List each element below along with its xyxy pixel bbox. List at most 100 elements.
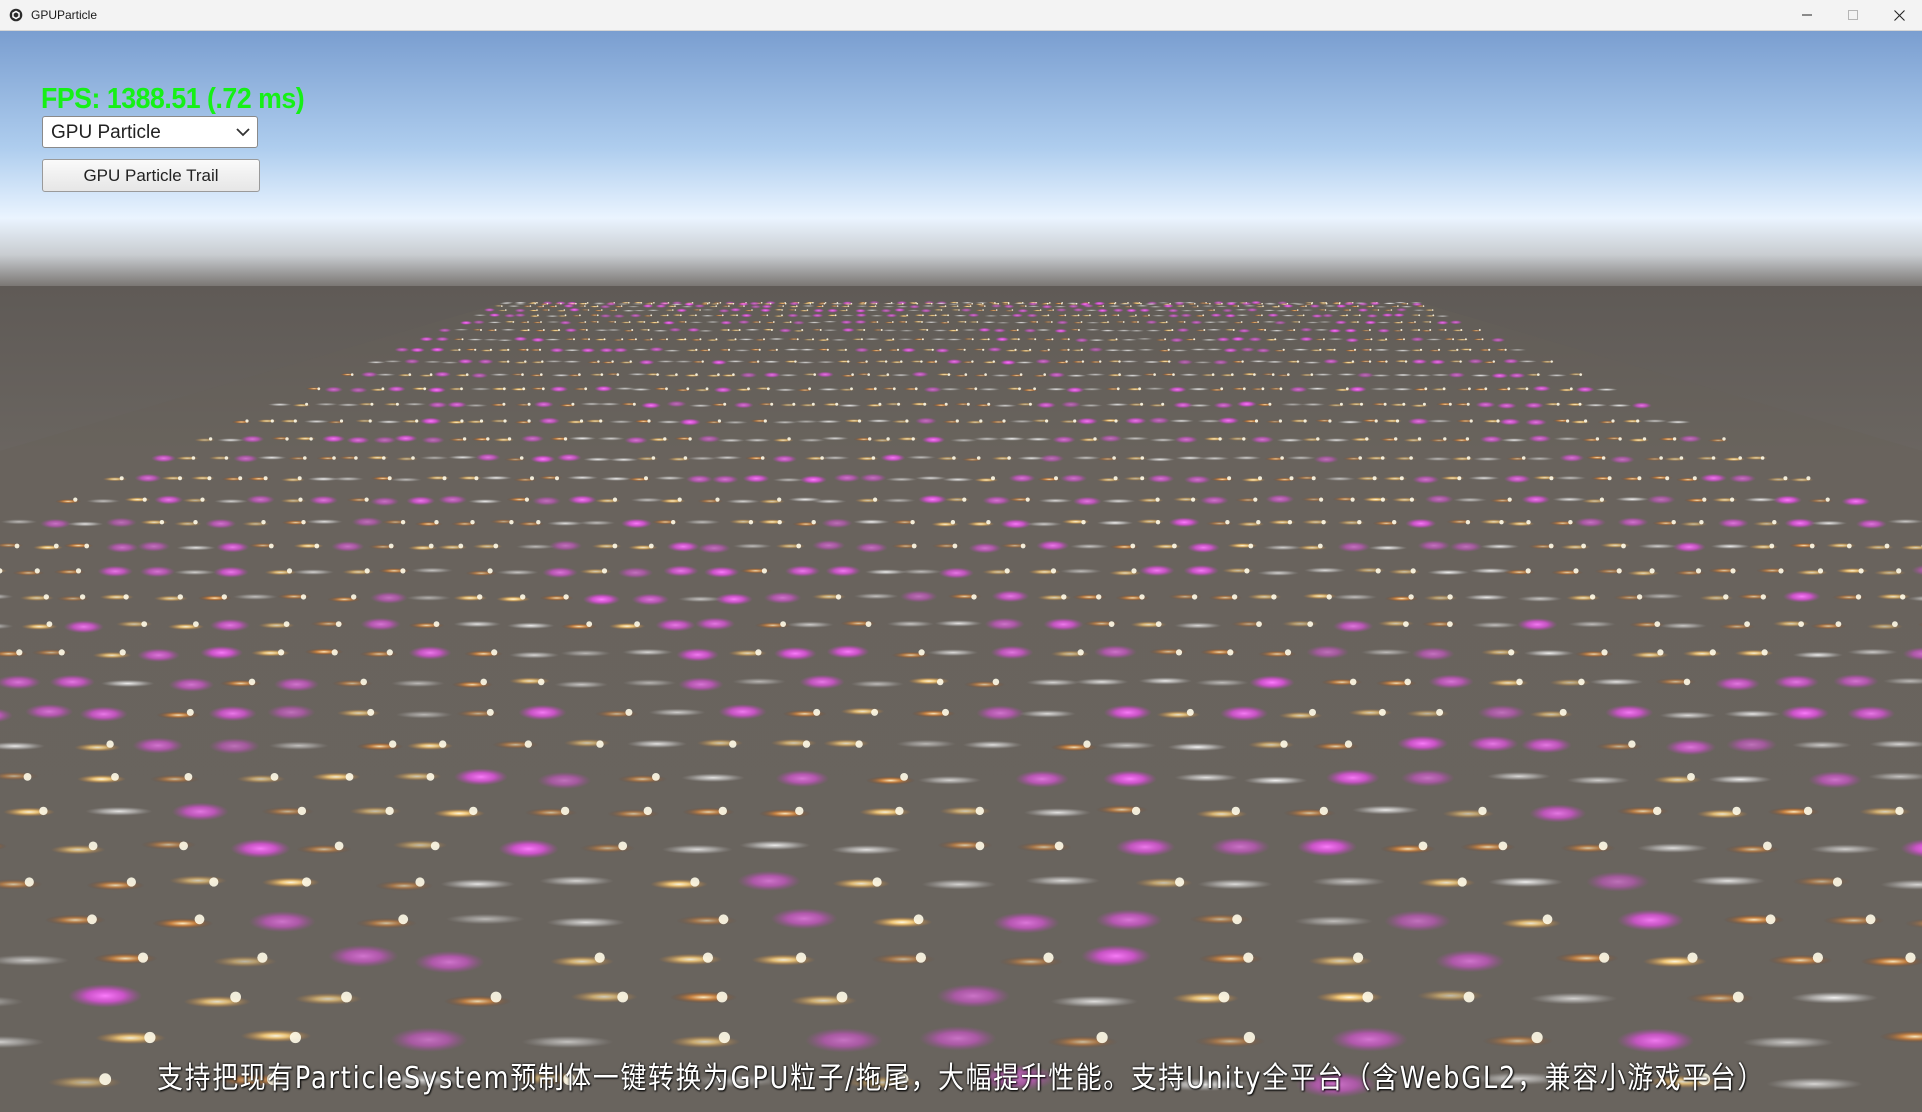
particle-emitter (1392, 313, 1405, 317)
maximize-button[interactable] (1830, 0, 1876, 30)
particle-emitter (1174, 773, 1239, 782)
particle-emitter (1847, 705, 1896, 722)
particle-core (524, 360, 527, 363)
particle-core (1296, 360, 1300, 363)
gpu-particle-trail-button[interactable]: GPU Particle Trail (42, 159, 260, 192)
particle-emitter (786, 621, 834, 628)
particle-core (1403, 621, 1409, 627)
particle-core (1357, 305, 1359, 307)
particle-core (1598, 841, 1608, 851)
particle-emitter (1170, 349, 1189, 352)
fps-counter: FPS: 1388.51 (.72 ms) (41, 83, 305, 115)
particle-emitter (403, 358, 421, 364)
particle-core (1083, 740, 1091, 748)
particle-core (956, 302, 958, 304)
particle-core (1130, 305, 1132, 307)
particle-emitter (1453, 497, 1488, 503)
close-button[interactable] (1876, 0, 1922, 30)
particle-core (106, 740, 114, 748)
particle-core (470, 520, 475, 525)
particle-core (428, 543, 434, 549)
particle-core (73, 497, 78, 502)
particle-core (1319, 348, 1322, 351)
particle-core (766, 314, 769, 317)
particle-emitter (612, 347, 629, 353)
particle-core (766, 387, 770, 391)
particle-emitter (1424, 309, 1435, 311)
particle-emitter (1390, 387, 1414, 391)
particle-emitter (1639, 593, 1684, 600)
particle-emitter (1176, 328, 1190, 333)
particle-emitter (497, 309, 509, 312)
particle-core (801, 329, 804, 331)
particle-core (760, 456, 765, 460)
particle-core (1377, 309, 1380, 311)
particle-core (301, 520, 306, 525)
particle-emitter (638, 359, 655, 365)
particle-core (540, 373, 543, 376)
particle-emitter (1053, 305, 1067, 308)
particle-emitter (105, 542, 139, 553)
title-bar[interactable]: GPUParticle (0, 0, 1922, 31)
particle-core (1409, 456, 1413, 460)
particle-core (527, 402, 531, 406)
particle-emitter (911, 371, 929, 378)
particle-core (1744, 621, 1750, 627)
particle-core (87, 914, 97, 925)
particle-core (900, 773, 908, 781)
particle-core (864, 302, 866, 305)
particle-emitter (1435, 315, 1450, 318)
particle-core (808, 387, 811, 391)
game-viewport[interactable]: FPS: 1388.51 (.72 ms) GPU Particle GPU P… (0, 31, 1922, 1112)
minimize-button[interactable] (1784, 0, 1830, 30)
particle-emitter (1449, 320, 1463, 325)
particle-emitter (0, 519, 38, 525)
particle-core (962, 497, 967, 502)
particle-core (1242, 437, 1246, 441)
particle-emitter (498, 839, 559, 859)
particle-core (1253, 497, 1258, 502)
particle-emitter (675, 338, 689, 341)
particle-emitter (539, 303, 550, 306)
particle-emitter (1429, 359, 1446, 365)
particle-emitter (519, 321, 531, 324)
particle-core (1218, 437, 1222, 441)
particle-emitter (1035, 401, 1057, 409)
particle-emitter (713, 386, 733, 393)
particle-core (964, 321, 967, 323)
particle-emitter (1184, 475, 1211, 485)
particle-emitter (978, 387, 1001, 391)
particle-mode-dropdown[interactable]: GPU Particle (42, 116, 258, 148)
particle-emitter (268, 741, 329, 750)
particle-emitter (1138, 308, 1151, 313)
particle-core (1732, 991, 1744, 1003)
particle-core (1054, 841, 1064, 851)
particle-core (1463, 991, 1475, 1003)
particle-emitter (880, 308, 892, 313)
particle-emitter (762, 328, 775, 331)
particle-core (1025, 305, 1027, 307)
particle-emitter (1341, 309, 1353, 311)
particle-emitter (826, 644, 870, 659)
particle-core (718, 1031, 731, 1044)
particle-emitter (1615, 496, 1650, 502)
particle-core (796, 543, 802, 549)
particle-emitter (1105, 403, 1130, 407)
particle-core (1659, 456, 1663, 460)
particle-core (672, 309, 674, 311)
particle-emitter (1335, 304, 1347, 308)
particle-core (835, 402, 839, 406)
particle-emitter (1144, 303, 1158, 305)
particle-emitter (853, 519, 890, 525)
particle-core (1231, 594, 1238, 600)
particle-core (79, 594, 86, 600)
particle-core (1256, 520, 1261, 525)
particle-emitter (19, 595, 54, 601)
particle-emitter (1424, 494, 1454, 504)
particle-emitter (137, 541, 171, 552)
particle-core (263, 476, 268, 481)
particle-emitter (1554, 475, 1587, 481)
particle-emitter (1472, 338, 1486, 341)
particle-emitter (1299, 336, 1314, 342)
particle-emitter (1052, 436, 1076, 444)
